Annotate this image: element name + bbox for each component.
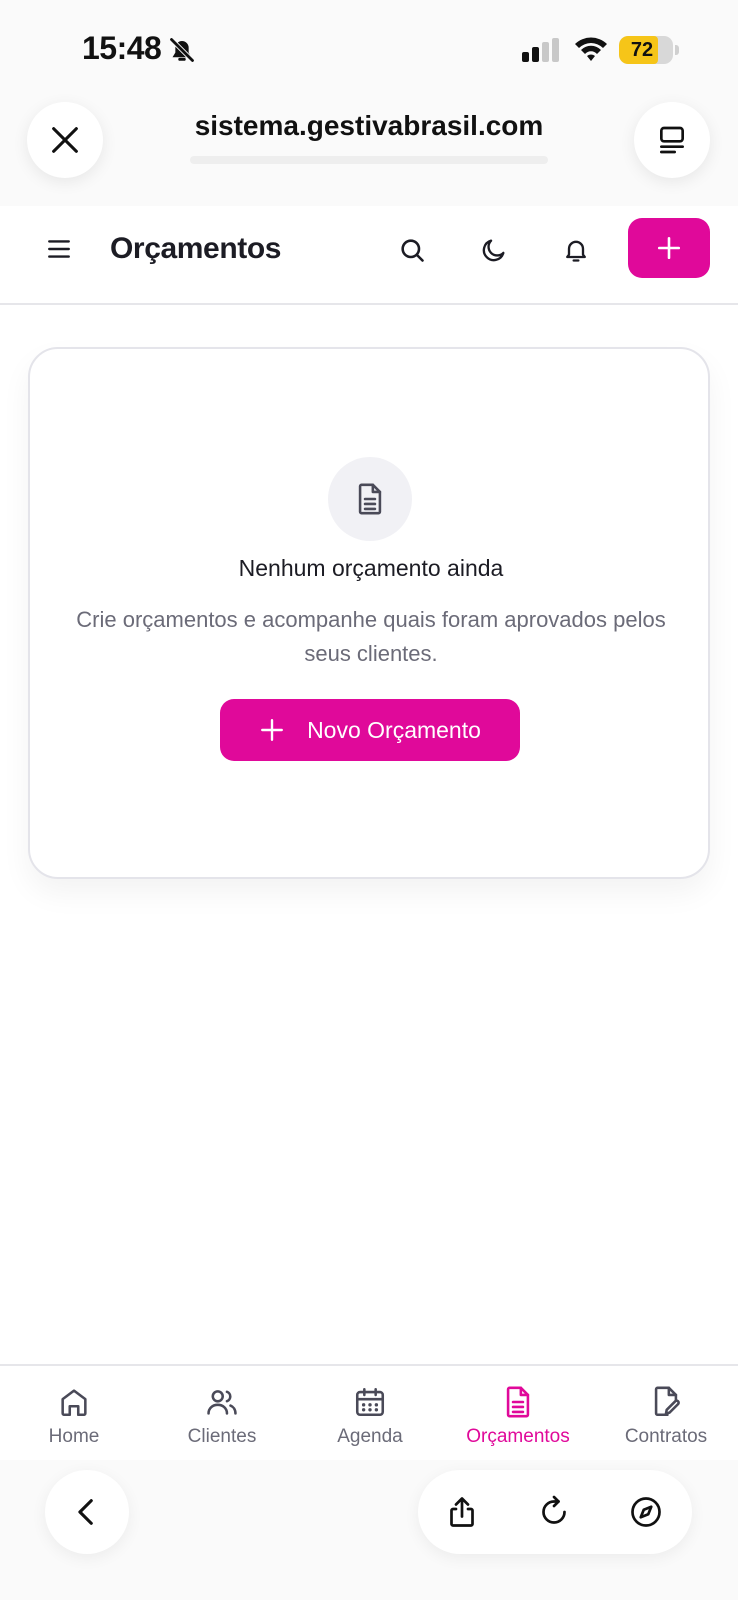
close-icon — [52, 127, 78, 153]
file-signature-icon — [654, 1386, 680, 1417]
battery-percentage: 72 — [630, 39, 654, 61]
theme-toggle-button[interactable] — [474, 230, 514, 270]
tabs-button[interactable] — [634, 102, 710, 178]
tab-clientes[interactable]: Clientes — [148, 1366, 296, 1462]
tab-orcamentos-label: Orçamentos — [466, 1426, 570, 1447]
address-bar-url[interactable]: sistema.gestivabrasil.com — [190, 110, 548, 142]
document-icon — [506, 1386, 530, 1418]
browser-actions-pill — [418, 1470, 692, 1554]
battery-icon: 72 — [619, 36, 673, 64]
share-icon — [450, 1497, 474, 1527]
page-title: Orçamentos — [110, 232, 282, 265]
cellular-signal-icon — [522, 38, 559, 62]
back-button[interactable] — [45, 1470, 129, 1554]
tab-clientes-label: Clientes — [187, 1426, 257, 1447]
chevron-left-icon — [78, 1499, 93, 1525]
bell-icon — [566, 240, 586, 262]
app-header: Orçamentos — [0, 206, 738, 305]
tab-home[interactable]: Home — [0, 1366, 148, 1462]
reload-icon — [542, 1495, 566, 1524]
tabs-icon — [660, 126, 684, 154]
close-button[interactable] — [27, 102, 103, 178]
bell-slash-icon — [169, 37, 195, 63]
plus-icon — [261, 719, 284, 741]
tab-agenda[interactable]: Agenda — [296, 1366, 444, 1462]
browser-top-bar: sistema.gestivabrasil.com — [0, 96, 738, 206]
browser-bottom-bar — [0, 1460, 738, 1600]
empty-state-icon-container — [328, 457, 412, 541]
address-bar-underline — [190, 156, 548, 164]
share-button[interactable] — [440, 1490, 484, 1534]
users-icon — [207, 1390, 237, 1415]
main-content: Nenhum orçamento ainda Crie orçamentos e… — [0, 305, 738, 1365]
compass-button[interactable] — [624, 1490, 668, 1534]
notifications-button[interactable] — [556, 230, 596, 270]
menu-button[interactable] — [40, 230, 78, 268]
empty-state-description: Crie orçamentos e acompanhe quais foram … — [76, 607, 666, 666]
home-icon — [61, 1389, 87, 1417]
new-budget-button[interactable]: Novo Orçamento — [220, 699, 520, 761]
battery-nub — [675, 45, 679, 55]
tab-orcamentos[interactable]: Orçamentos — [444, 1366, 592, 1462]
search-button[interactable] — [392, 230, 432, 270]
tab-agenda-label: Agenda — [337, 1426, 403, 1447]
add-button[interactable] — [628, 218, 710, 278]
document-icon — [358, 483, 382, 515]
bottom-tab-bar: Home Clientes Agenda Orçamentos Contrato… — [0, 1364, 738, 1460]
tab-contratos-label: Contratos — [624, 1426, 708, 1447]
wifi-icon — [575, 37, 607, 61]
empty-state-title: Nenhum orçamento ainda — [238, 555, 504, 581]
tab-home-label: Home — [48, 1426, 100, 1447]
new-budget-button-label: Novo Orçamento — [307, 716, 481, 743]
tab-contratos[interactable]: Contratos — [592, 1366, 738, 1462]
search-icon — [401, 239, 424, 262]
status-bar: 15:48 72 — [0, 0, 738, 96]
hamburger-menu-icon — [48, 240, 70, 258]
status-time: 15:48 — [82, 30, 162, 66]
compass-icon — [631, 1497, 661, 1527]
plus-icon — [657, 236, 681, 260]
calendar-icon — [355, 1387, 385, 1417]
moon-icon — [482, 239, 505, 262]
reload-button[interactable] — [532, 1490, 576, 1534]
empty-state-card: Nenhum orçamento ainda Crie orçamentos e… — [28, 347, 710, 879]
